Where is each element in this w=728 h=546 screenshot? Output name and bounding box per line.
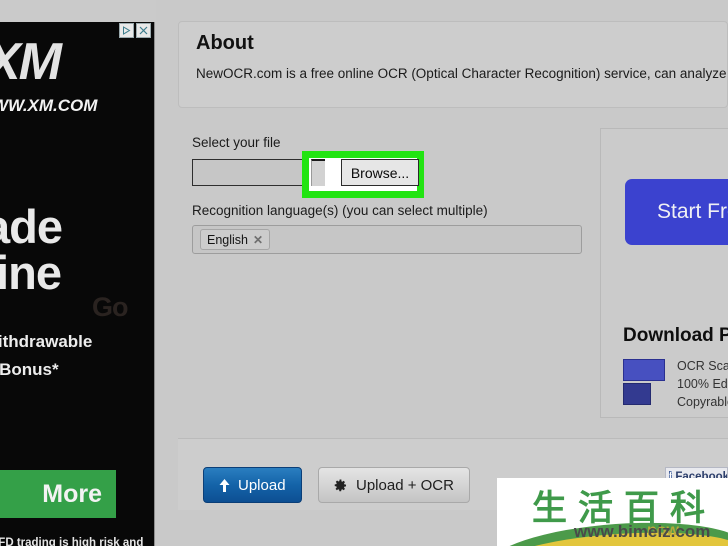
ad-subhead-line1: Withdrawable — [0, 332, 93, 351]
ad-headline-line2: line — [0, 246, 62, 299]
watermark-url: www.bimeiz.com — [574, 522, 711, 541]
ad-disclaimer: CFD trading is high risk and all your in… — [0, 537, 144, 546]
language-tag-english[interactable]: English ✕ — [200, 229, 271, 250]
ad-headline-line1: ade — [0, 200, 63, 253]
about-panel: About NewOCR.com is a free online OCR (O… — [178, 21, 728, 108]
upload-ocr-button[interactable]: Upload + OCR — [318, 467, 470, 503]
promo-heading: Download PDF — [623, 325, 728, 346]
page-body: About NewOCR.com is a free online OCR (O… — [156, 0, 728, 546]
select-file-label: Select your file — [192, 135, 281, 150]
pdf-icon-bottom-shape — [623, 383, 651, 405]
browse-highlight-stub — [311, 159, 325, 186]
about-description: NewOCR.com is a free online OCR (Optical… — [196, 66, 728, 81]
promo-sidebar: Start Free Download PDF OCR Scanned PDF … — [600, 128, 728, 418]
ad-badge-group — [119, 23, 151, 38]
remove-language-icon[interactable]: ✕ — [253, 234, 263, 246]
ad-background-text: Go — [92, 292, 128, 322]
adchoices-icon[interactable] — [119, 23, 134, 38]
file-path-input[interactable] — [192, 159, 310, 186]
ad-brand-domain: WW.XM.COM — [0, 96, 98, 115]
browse-button-highlighted[interactable]: Browse... — [341, 159, 419, 186]
upload-button-label: Upload — [238, 476, 286, 494]
start-free-button[interactable]: Start Free — [625, 179, 728, 245]
ad-cta-label: More — [42, 479, 102, 508]
close-icon[interactable] — [136, 23, 151, 38]
pdf-icon-top-shape — [623, 359, 665, 381]
ad-top-strip — [0, 0, 156, 22]
about-heading: About — [196, 32, 254, 54]
upload-arrow-icon — [219, 478, 230, 492]
recognition-language-label: Recognition language(s) (you can select … — [192, 203, 488, 218]
recognition-language-select[interactable]: English ✕ — [192, 225, 582, 254]
advertisement-banner[interactable]: Go XM WW.XM.COM ade line Withdrawable g … — [0, 22, 155, 546]
promo-feature-list: OCR Scanned PDF 100% Editable Copyrable — [677, 359, 728, 410]
browser-viewport: Go XM WW.XM.COM ade line Withdrawable g … — [0, 0, 728, 546]
pdf-document-icon — [623, 359, 665, 405]
ad-brand-logo: XM — [0, 33, 62, 91]
watermark-overlay: now 生活百科 www.bimeiz.com — [497, 478, 728, 546]
upload-ocr-button-label: Upload + OCR — [356, 476, 454, 494]
language-tag-label: English — [207, 232, 248, 247]
upload-button[interactable]: Upload — [203, 467, 302, 503]
ad-subhead-line2: g Bonus* — [0, 360, 59, 379]
ad-cta-button[interactable]: More — [0, 470, 116, 518]
gear-icon — [334, 478, 347, 492]
main-content: About NewOCR.com is a free online OCR (O… — [171, 0, 728, 546]
advertisement-column: Go XM WW.XM.COM ade line Withdrawable g … — [0, 0, 156, 546]
